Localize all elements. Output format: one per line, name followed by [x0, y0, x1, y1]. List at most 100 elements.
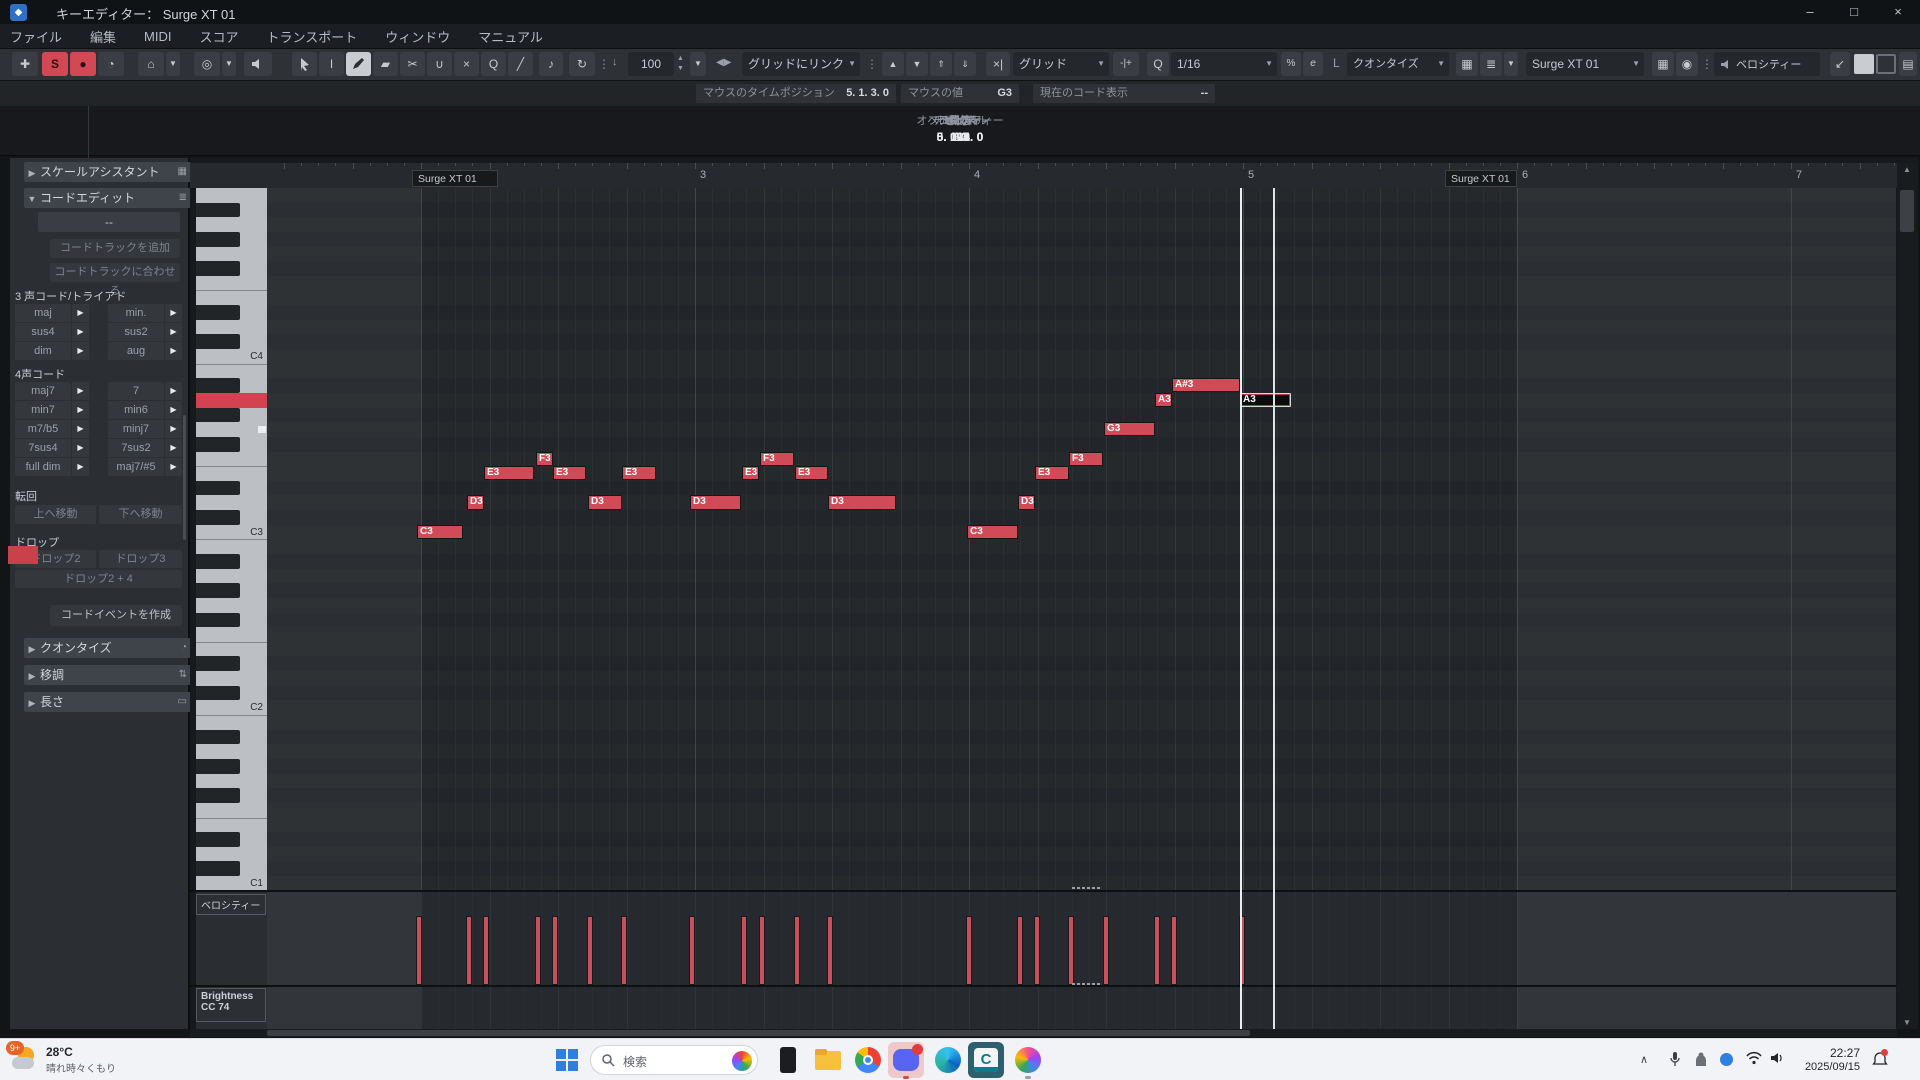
- black-key[interactable]: [196, 378, 240, 393]
- black-key[interactable]: [196, 436, 240, 452]
- black-key[interactable]: [196, 510, 240, 525]
- cc-lane[interactable]: [267, 987, 1896, 1029]
- velocity-bar[interactable]: [466, 916, 472, 985]
- step-input-kebab-icon[interactable]: ⋮: [1701, 54, 1713, 74]
- loop-kebab-icon[interactable]: ⋮: [598, 54, 610, 74]
- velocity-bar[interactable]: [1103, 916, 1109, 985]
- black-key[interactable]: [196, 583, 240, 598]
- bluetooth-tray-icon[interactable]: [1720, 1053, 1733, 1066]
- velocity-bar[interactable]: [741, 916, 747, 985]
- object-selection-tool[interactable]: [292, 52, 317, 76]
- scissors-tool[interactable]: ✂: [400, 52, 425, 76]
- fournote-maj7-button[interactable]: maj7: [15, 382, 71, 400]
- grid-type-select[interactable]: グリッド ▼: [1013, 52, 1109, 76]
- mute-tool[interactable]: ×: [454, 52, 479, 76]
- trim-tool[interactable]: I: [319, 52, 344, 76]
- clock-time[interactable]: 22:27: [1796, 1046, 1860, 1060]
- triad-sus2-button[interactable]: sus2: [108, 323, 164, 341]
- scroll-down-icon[interactable]: ▼: [1898, 1018, 1916, 1027]
- midi-note[interactable]: A3: [1240, 392, 1291, 408]
- hidden-icons-chevron[interactable]: ∧: [1640, 1053, 1648, 1066]
- menu-0[interactable]: ファイル: [10, 27, 62, 46]
- velocity-bar[interactable]: [1171, 916, 1177, 985]
- menu-3[interactable]: スコア: [199, 27, 238, 46]
- open-lower-zone-icon[interactable]: ↙: [1830, 52, 1850, 76]
- fournote-m7/b5-arrow-icon[interactable]: ▶: [72, 420, 89, 438]
- velocity-bar[interactable]: [535, 916, 541, 985]
- black-key[interactable]: [196, 832, 240, 847]
- part-tab[interactable]: Surge XT 01: [1445, 170, 1517, 187]
- add-chord-track-button[interactable]: コードトラックを追加: [50, 239, 180, 258]
- file-explorer-icon[interactable]: [812, 1044, 844, 1076]
- quantize-settings-icon[interactable]: e: [1303, 52, 1323, 76]
- menu-4[interactable]: トランスポート: [267, 27, 358, 46]
- menu-1[interactable]: 編集: [90, 27, 116, 46]
- velocity-lane[interactable]: [267, 892, 1896, 985]
- phone-link-icon[interactable]: [772, 1044, 804, 1076]
- velocity-bar[interactable]: [1034, 916, 1040, 985]
- fournote-maj7-arrow-icon[interactable]: ▶: [72, 382, 89, 400]
- snap-type-icon[interactable]: -|+: [1113, 52, 1139, 76]
- midi-note[interactable]: F3: [536, 451, 553, 466]
- menu-6[interactable]: マニュアル: [478, 27, 543, 46]
- pin-icon[interactable]: ✚: [12, 52, 38, 76]
- fournote-min6-arrow-icon[interactable]: ▶: [165, 401, 182, 419]
- midi-note[interactable]: D3: [467, 495, 484, 510]
- midi-note[interactable]: F3: [1069, 451, 1103, 466]
- erase-tool[interactable]: ▰: [373, 52, 398, 76]
- edge-icon[interactable]: [932, 1044, 964, 1076]
- velocity-bar[interactable]: [621, 916, 627, 985]
- velocity-bar[interactable]: [966, 916, 972, 985]
- discord-icon[interactable]: [890, 1044, 923, 1076]
- black-key[interactable]: [196, 261, 240, 276]
- midi-note[interactable]: C3: [967, 524, 1018, 539]
- midi-note[interactable]: F3: [760, 451, 794, 466]
- scale-assistant-header[interactable]: ▶ スケールアシスタント ▦: [24, 162, 192, 182]
- triad-maj-button[interactable]: maj: [15, 304, 71, 322]
- iterative-quantize-icon[interactable]: %: [1281, 52, 1301, 76]
- triad-sus4-arrow-icon[interactable]: ▶: [72, 323, 89, 341]
- quantize-preset-select[interactable]: 1/16 ▼: [1171, 52, 1277, 76]
- cubase-taskbar-icon[interactable]: C: [970, 1044, 1002, 1076]
- velocity-bar[interactable]: [689, 916, 695, 985]
- weather-icon[interactable]: 9+: [6, 1041, 40, 1075]
- part-layers-icon[interactable]: ≣: [1480, 52, 1502, 76]
- velocity-bar[interactable]: [1068, 916, 1074, 985]
- midi-note[interactable]: D3: [828, 495, 896, 510]
- snap-toggle-icon[interactable]: ×|: [986, 52, 1010, 76]
- fournote-maj7/#5-arrow-icon[interactable]: ▶: [165, 458, 182, 476]
- close-button[interactable]: ×: [1876, 0, 1920, 24]
- move-up-button[interactable]: 上へ移動: [15, 505, 96, 524]
- velocity-bar[interactable]: [483, 916, 489, 985]
- move-down-octave-icon[interactable]: ⇓: [954, 52, 976, 76]
- triad-sus4-button[interactable]: sus4: [15, 323, 71, 341]
- velocity-bar[interactable]: [759, 916, 765, 985]
- minimize-button[interactable]: –: [1788, 0, 1832, 24]
- triad-aug-arrow-icon[interactable]: ▶: [165, 342, 182, 360]
- move-down-icon[interactable]: ▼: [906, 52, 928, 76]
- black-key[interactable]: [196, 685, 240, 701]
- midi-note[interactable]: D3: [588, 495, 622, 510]
- black-key[interactable]: [196, 334, 240, 350]
- black-key[interactable]: [196, 305, 240, 320]
- clock-date[interactable]: 2025/09/15: [1796, 1061, 1860, 1073]
- microphone-icon[interactable]: [1668, 1051, 1682, 1067]
- midi-note[interactable]: A3: [1155, 392, 1172, 408]
- fournote-7-button[interactable]: 7: [108, 382, 164, 400]
- midi-note[interactable]: E3: [742, 466, 759, 481]
- fournote-7sus4-arrow-icon[interactable]: ▶: [72, 439, 89, 457]
- midi-note[interactable]: A#3: [1172, 378, 1240, 393]
- midi-note[interactable]: C3: [417, 524, 463, 539]
- autoscroll-dropdown-icon[interactable]: ▼: [166, 52, 180, 76]
- fournote-m7/b5-button[interactable]: m7/b5: [15, 420, 71, 438]
- midi-note[interactable]: G3: [1104, 422, 1155, 437]
- velocity-bar[interactable]: [1154, 916, 1160, 985]
- draw-tool[interactable]: [346, 52, 371, 76]
- drop3-button[interactable]: ドロップ3: [99, 550, 182, 568]
- velocity-bar[interactable]: [794, 916, 800, 985]
- midi-note[interactable]: D3: [690, 495, 741, 510]
- midi-note[interactable]: E3: [553, 466, 586, 481]
- vertical-scrollbar[interactable]: [1897, 163, 1917, 1029]
- insert-velocity-value[interactable]: 100: [628, 52, 674, 76]
- inspector-scrollbar[interactable]: [183, 415, 186, 540]
